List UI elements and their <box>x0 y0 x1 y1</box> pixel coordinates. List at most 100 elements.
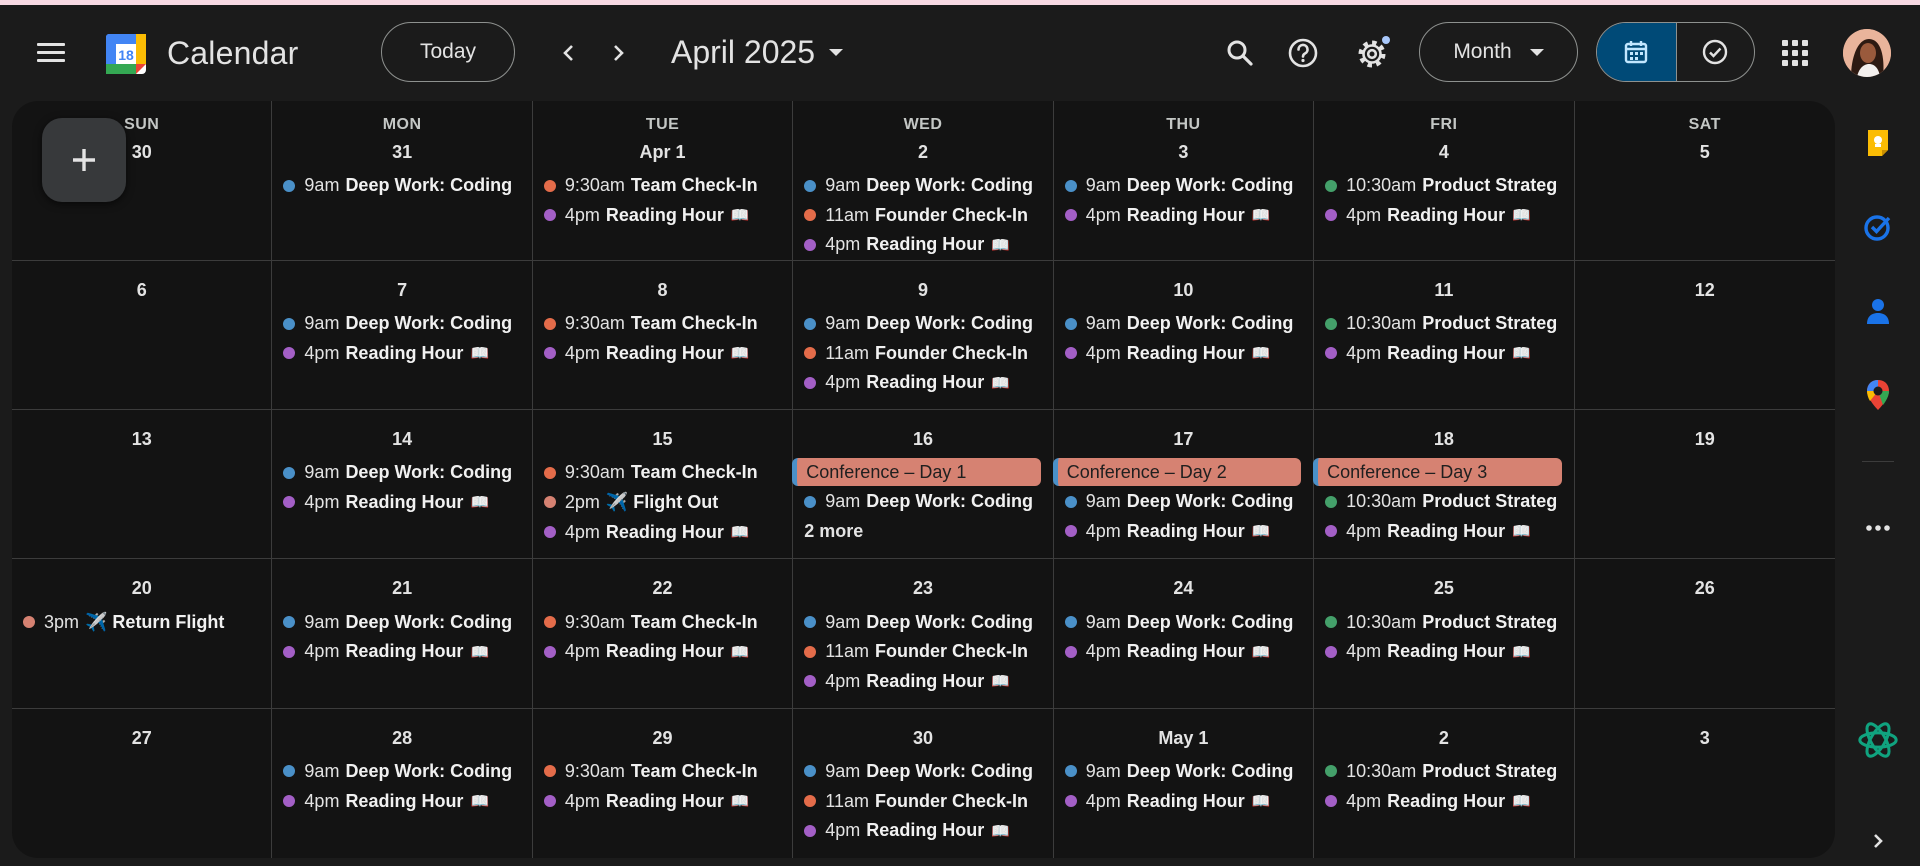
event-chip[interactable]: 10:30am Product Strateg <box>1314 607 1573 637</box>
event-chip[interactable]: 9:30am Team Check-In <box>533 458 792 488</box>
event-chip[interactable]: 4pm Reading Hour 📖 <box>1054 201 1313 231</box>
event-chip[interactable]: 9am Deep Work: Coding <box>272 309 531 339</box>
event-chip[interactable]: 4pm Reading Hour 📖 <box>1314 517 1573 547</box>
event-chip[interactable]: 4pm Reading Hour 📖 <box>272 488 531 518</box>
event-chip[interactable]: 4pm Reading Hour 📖 <box>1054 637 1313 667</box>
event-chip[interactable]: 9am Deep Work: Coding <box>1054 171 1313 201</box>
day-number[interactable]: 12 <box>1575 278 1835 306</box>
day-cell[interactable]: 21 9am Deep Work: Coding 4pm Reading Hour 📖 <box>272 559 533 709</box>
event-chip[interactable]: 4pm Reading Hour 📖 <box>533 338 792 368</box>
day-number[interactable]: 31 <box>272 140 531 168</box>
event-chip[interactable]: 4pm Reading Hour 📖 <box>533 201 792 231</box>
event-chip[interactable]: 4pm Reading Hour 📖 <box>793 667 1052 697</box>
day-cell[interactable]: 6 <box>12 260 273 411</box>
maps-icon[interactable] <box>1862 379 1894 411</box>
day-cell[interactable]: MON 31 9am Deep Work: Coding <box>272 101 533 261</box>
avatar[interactable] <box>1843 29 1891 77</box>
day-number[interactable]: 5 <box>1575 140 1835 168</box>
day-number[interactable]: 28 <box>272 726 531 754</box>
event-chip[interactable]: 4pm Reading Hour 📖 <box>272 338 531 368</box>
day-cell[interactable]: 30 9am Deep Work: Coding 11am Founder Check-… <box>793 708 1054 858</box>
day-cell[interactable]: 17 Conference – Day 2 9am Deep Work: Coding… <box>1052 410 1315 560</box>
event-chip[interactable]: 4pm Reading Hour 📖 <box>793 230 1052 260</box>
more-icon[interactable] <box>1862 512 1894 544</box>
event-chip[interactable]: 4pm Reading Hour 📖 <box>1314 637 1573 667</box>
search-icon[interactable] <box>1222 35 1258 71</box>
expand-icon[interactable] <box>1862 825 1894 857</box>
day-number[interactable]: 8 <box>533 278 792 306</box>
event-chip[interactable]: 9am Deep Work: Coding <box>1054 487 1313 517</box>
event-chip[interactable]: 9am Deep Work: Coding <box>793 487 1052 517</box>
day-number[interactable]: 6 <box>12 278 271 306</box>
event-chip[interactable]: 3pm ✈️ Return Flight <box>12 607 271 637</box>
all-day-event[interactable]: Conference – Day 1 <box>792 458 1041 487</box>
event-chip[interactable]: 9am Deep Work: Coding <box>793 309 1052 339</box>
chevron-right-icon[interactable] <box>604 39 632 67</box>
event-chip[interactable]: 4pm Reading Hour 📖 <box>533 786 792 816</box>
day-number[interactable]: 22 <box>533 576 792 604</box>
day-number[interactable]: 21 <box>272 576 531 604</box>
day-cell[interactable]: 2 10:30am Product Strateg 4pm Reading Hour 📖 <box>1314 708 1575 858</box>
event-chip[interactable]: 4pm Reading Hour 📖 <box>1054 338 1313 368</box>
chevron-left-icon[interactable] <box>555 39 583 67</box>
event-chip[interactable]: 10:30am Product Strateg <box>1314 171 1573 201</box>
tasks-view-toggle[interactable] <box>1675 23 1755 81</box>
day-cell[interactable]: 22 9:30am Team Check-In 4pm Reading Hour 📖 <box>532 559 794 709</box>
day-cell[interactable]: 11 10:30am Product Strateg 4pm Reading Hour 📖 <box>1314 260 1575 411</box>
event-chip[interactable]: 11am Founder Check-In <box>793 201 1052 231</box>
event-chip[interactable]: 9am Deep Work: Coding <box>1054 309 1313 339</box>
day-cell[interactable]: WED 2 9am Deep Work: Coding 11am Founder Chec… <box>793 101 1054 261</box>
event-chip[interactable]: 4pm Reading Hour 📖 <box>272 637 531 667</box>
day-number[interactable]: 15 <box>533 427 792 455</box>
event-chip[interactable]: 4pm Reading Hour 📖 <box>793 368 1052 398</box>
day-cell[interactable]: 8 9:30am Team Check-In 4pm Reading Hour 📖 <box>532 260 794 411</box>
day-cell[interactable]: 28 9am Deep Work: Coding 4pm Reading Hour 📖 <box>272 708 533 858</box>
day-number[interactable]: 23 <box>793 576 1052 604</box>
event-chip[interactable]: 10:30am Product Strateg <box>1314 309 1573 339</box>
day-number[interactable]: 17 <box>1054 427 1313 455</box>
event-chip[interactable]: 9am Deep Work: Coding <box>793 171 1052 201</box>
day-cell[interactable]: 23 9am Deep Work: Coding 11am Founder Check-… <box>793 559 1054 709</box>
event-chip[interactable]: 9am Deep Work: Coding <box>272 757 531 787</box>
day-cell[interactable]: 29 9:30am Team Check-In 4pm Reading Hour 📖 <box>533 708 794 858</box>
day-cell[interactable]: FRI 4 10:30am Product Strateg 4pm Reading Hou… <box>1314 101 1575 261</box>
day-number[interactable]: 3 <box>1575 726 1835 754</box>
day-cell[interactable]: 7 9am Deep Work: Coding 4pm Reading Hour 📖 <box>272 260 533 411</box>
event-chip[interactable]: 9am Deep Work: Coding <box>793 607 1052 637</box>
day-cell[interactable]: 18 Conference – Day 3 10:30am Product Strat… <box>1313 410 1575 560</box>
contacts-icon[interactable] <box>1862 295 1894 327</box>
date-range-selector[interactable]: April 2025 <box>671 34 844 71</box>
day-number[interactable]: 10 <box>1054 278 1313 306</box>
event-chip[interactable]: 9am Deep Work: Coding <box>272 171 531 201</box>
event-chip[interactable]: 4pm Reading Hour 📖 <box>533 517 792 547</box>
day-number[interactable]: 20 <box>12 576 271 604</box>
day-cell[interactable]: 9 9am Deep Work: Coding 11am Founder Check-I… <box>793 260 1054 411</box>
day-number[interactable]: 9 <box>793 278 1052 306</box>
event-chip[interactable]: 4pm Reading Hour 📖 <box>1314 201 1573 231</box>
day-number[interactable]: 3 <box>1054 140 1313 168</box>
day-cell[interactable]: 26 <box>1574 559 1835 709</box>
day-number[interactable]: 18 <box>1314 427 1573 455</box>
event-chip[interactable]: 9am Deep Work: Coding <box>1054 757 1313 787</box>
event-chip[interactable]: 11am Founder Check-In <box>793 338 1052 368</box>
day-cell[interactable]: 20 3pm ✈️ Return Flight <box>12 559 273 709</box>
day-number[interactable]: May 1 <box>1054 726 1313 754</box>
all-day-event[interactable]: Conference – Day 3 <box>1313 458 1562 487</box>
event-chip[interactable]: 9:30am Team Check-In <box>533 757 792 787</box>
day-number[interactable]: Apr 1 <box>533 140 792 168</box>
day-number[interactable]: 25 <box>1314 576 1573 604</box>
event-chip[interactable]: 4pm Reading Hour 📖 <box>272 786 531 816</box>
event-chip[interactable]: 4pm Reading Hour 📖 <box>1314 338 1573 368</box>
day-number[interactable]: 29 <box>533 726 792 754</box>
calendar-view-toggle[interactable] <box>1597 23 1676 81</box>
day-number[interactable]: 14 <box>272 427 531 455</box>
event-chip[interactable]: 10:30am Product Strateg <box>1314 757 1573 787</box>
event-chip[interactable]: 4pm Reading Hour 📖 <box>533 637 792 667</box>
day-cell[interactable]: 16 Conference – Day 1 9am Deep Work: Coding… <box>792 410 1054 560</box>
day-number[interactable]: 16 <box>793 427 1052 455</box>
day-cell[interactable]: 15 9:30am Team Check-In 2pm ✈️ Flight Out 4pm… <box>532 410 794 560</box>
create-button[interactable] <box>42 118 126 202</box>
day-cell[interactable]: 10 9am Deep Work: Coding 4pm Reading Hour 📖 <box>1053 260 1315 411</box>
day-cell[interactable]: 24 9am Deep Work: Coding 4pm Reading Hour 📖 <box>1053 559 1315 709</box>
tasks-icon[interactable] <box>1862 211 1894 243</box>
